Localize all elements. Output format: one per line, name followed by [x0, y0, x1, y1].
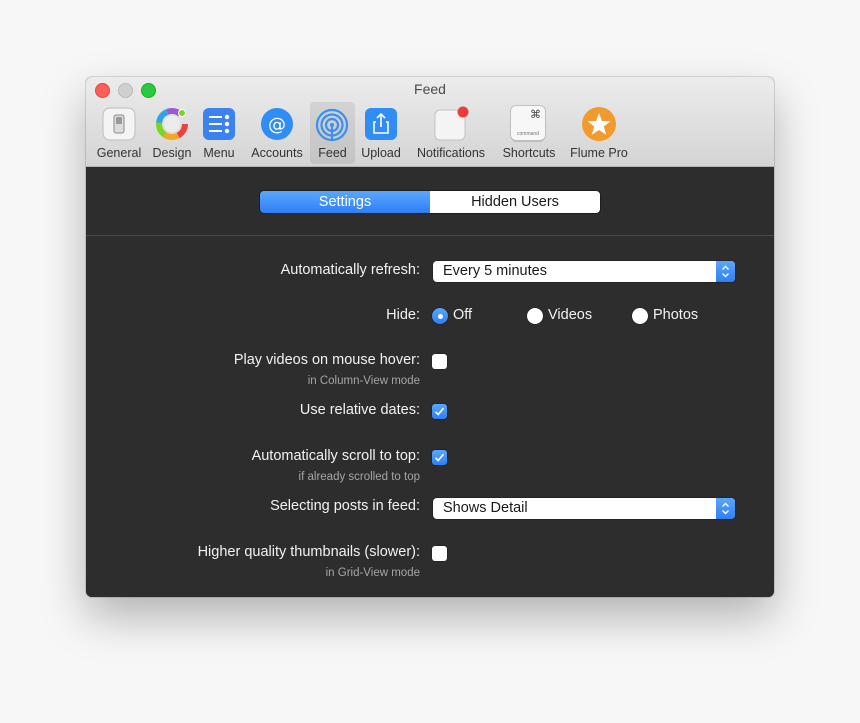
refresh-select-value: Every 5 minutes	[443, 263, 547, 279]
play-videos-checkbox[interactable]	[432, 354, 447, 369]
refresh-label: Automatically refresh:	[280, 262, 420, 278]
hide-radio-photos-label: Photos	[653, 307, 699, 323]
refresh-select[interactable]: Every 5 minutes	[433, 261, 735, 282]
tab-settings[interactable]: Settings	[260, 191, 430, 213]
toolbar-label-notifications: Notifications	[416, 146, 486, 160]
selecting-posts-select-value: Shows Detail	[443, 500, 528, 516]
toolbar-item-notifications[interactable]: Notifications	[409, 102, 493, 164]
hide-radio-off[interactable]	[432, 308, 448, 324]
notification-badge-icon	[434, 106, 469, 141]
relative-dates-label: Use relative dates:	[299, 402, 420, 418]
scroll-top-checkbox[interactable]	[432, 450, 447, 465]
chevron-up-down-icon	[716, 261, 735, 282]
upload-share-icon	[365, 108, 397, 140]
toolbar-label-design: Design	[152, 146, 192, 160]
selecting-posts-label: Selecting posts in feed:	[270, 498, 420, 514]
command-key-icon: ⌘ command	[511, 106, 547, 142]
play-videos-label: Play videos on mouse hover:	[233, 352, 420, 368]
checkmark-icon	[434, 407, 445, 416]
toolbar-item-upload[interactable]: Upload	[358, 102, 404, 164]
preferences-window: Feed General Design Menu @ Accounts Feed…	[86, 77, 774, 597]
settings-panel: Settings Hidden Users Automatically refr…	[86, 167, 774, 597]
title-bar: Feed General Design Menu @ Accounts Feed…	[86, 77, 774, 167]
toolbar-label-upload: Upload	[361, 146, 401, 160]
hide-radio-videos[interactable]	[527, 308, 543, 324]
at-sign-icon: @	[261, 108, 293, 140]
scroll-top-sublabel: if already scrolled to top	[298, 471, 420, 483]
command-key-text: command	[517, 131, 539, 137]
scroll-top-label: Automatically scroll to top:	[251, 448, 420, 464]
toolbar-item-design[interactable]: Design	[149, 102, 195, 164]
hq-thumbnails-checkbox[interactable]	[432, 546, 447, 561]
menu-list-icon	[203, 108, 235, 140]
toolbar-label-flume-pro: Flume Pro	[570, 146, 628, 160]
feed-broadcast-icon	[315, 108, 349, 142]
selecting-posts-select[interactable]: Shows Detail	[433, 498, 735, 519]
tab-segmented-control: Settings Hidden Users	[260, 191, 600, 213]
command-key-glyph: ⌘	[530, 108, 541, 121]
toolbar-label-menu: Menu	[203, 146, 235, 160]
toolbar-item-accounts[interactable]: @ Accounts	[245, 102, 309, 164]
chevron-up-down-icon	[716, 498, 735, 519]
tab-hidden-users[interactable]: Hidden Users	[430, 191, 600, 213]
toolbar-item-menu[interactable]: Menu	[197, 102, 241, 164]
toolbar-label-shortcuts: Shortcuts	[502, 146, 556, 160]
svg-text:@: @	[268, 115, 286, 136]
hide-radio-videos-label: Videos	[548, 307, 593, 323]
divider	[86, 235, 774, 236]
star-icon	[582, 107, 616, 141]
hide-radio-off-label: Off	[453, 307, 473, 323]
relative-dates-checkbox[interactable]	[432, 404, 447, 419]
toolbar-label-feed: Feed	[318, 146, 347, 160]
checkmark-icon	[434, 453, 445, 462]
toolbar-item-general[interactable]: General	[92, 102, 146, 164]
play-videos-sublabel: in Column-View mode	[307, 375, 420, 387]
toolbar-item-shortcuts[interactable]: ⌘ command Shortcuts	[496, 102, 562, 164]
toolbar-item-feed[interactable]: Feed	[310, 102, 355, 164]
hide-label: Hide:	[386, 307, 420, 323]
toolbar-label-general: General	[96, 146, 142, 160]
toolbar-item-flume-pro[interactable]: Flume Pro	[566, 102, 632, 164]
switch-icon	[102, 107, 136, 141]
color-wheel-icon	[156, 108, 188, 140]
hq-thumbnails-sublabel: in Grid-View mode	[325, 567, 420, 579]
toolbar-label-accounts: Accounts	[251, 146, 303, 160]
hq-thumbnails-label: Higher quality thumbnails (slower):	[197, 544, 420, 560]
window-title: Feed	[414, 81, 446, 97]
hide-radio-photos[interactable]	[632, 308, 648, 324]
